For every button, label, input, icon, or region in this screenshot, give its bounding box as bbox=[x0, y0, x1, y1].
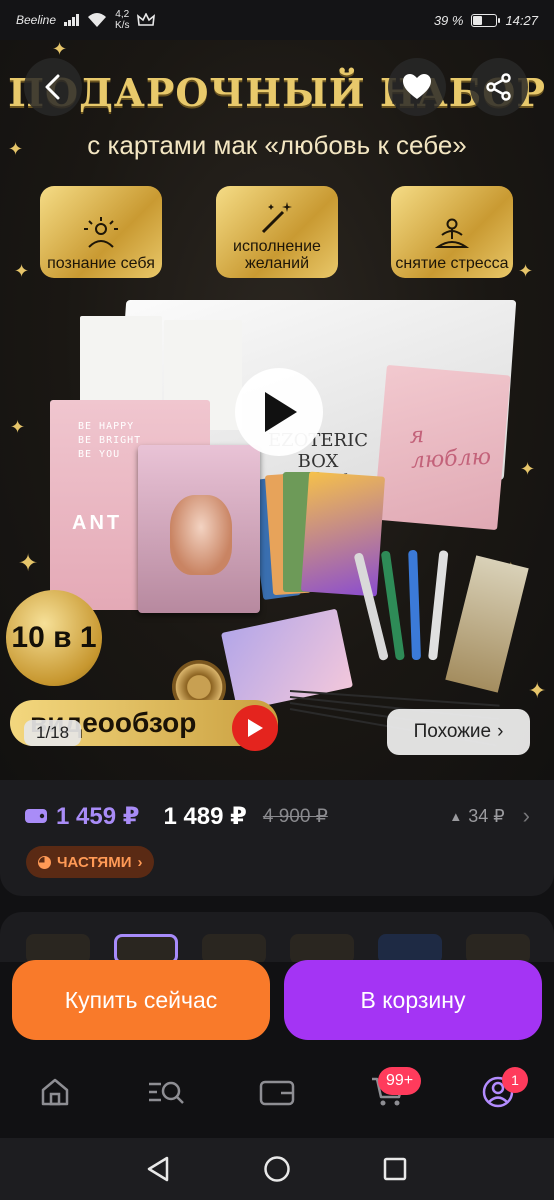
network-speed: 4,2 K/s bbox=[115, 9, 130, 31]
thumbnail[interactable] bbox=[378, 934, 442, 962]
chevron-right-icon: › bbox=[522, 803, 530, 828]
cart-count-badge: 99+ bbox=[378, 1067, 422, 1095]
product-image-gallery[interactable]: ✦ ✦ ✦ ✦ ✦ ✦ ✦ ✦ ✦ ПОДАРОЧНЫЙ НАБОР с кар… bbox=[0, 40, 554, 780]
ten-in-one-badge: 10 в 1 bbox=[6, 590, 102, 686]
wallet-icon bbox=[25, 809, 47, 823]
thumbnail-selected[interactable] bbox=[114, 934, 178, 962]
pink-box-text: BE HAPPY BE BRIGHT BE YOU bbox=[78, 421, 142, 460]
thumbnail-strip[interactable] bbox=[0, 912, 554, 962]
star-decoration-icon: ✦ bbox=[10, 417, 26, 437]
add-to-cart-button[interactable]: В корзину bbox=[284, 960, 542, 1040]
star-decoration-icon: ✦ bbox=[52, 40, 68, 59]
heart-icon bbox=[403, 74, 431, 99]
status-bar: Beeline 4,2 K/s 39 % 14:27 bbox=[0, 0, 554, 40]
price-panel: 1 459 ₽ 1 489 ₽ 4 900 ₽ ▲ 34 ₽ › ЧАСТЯМИ… bbox=[0, 780, 554, 896]
battery-percent: 39 % bbox=[433, 12, 464, 28]
old-price: 4 900 ₽ bbox=[262, 805, 328, 827]
play-icon bbox=[265, 392, 297, 432]
chevron-right-icon: › bbox=[497, 721, 504, 742]
card-deck bbox=[138, 445, 260, 613]
price-delta[interactable]: ▲ 34 ₽ › bbox=[449, 803, 530, 829]
thumbnail[interactable] bbox=[202, 934, 266, 962]
chevron-right-icon: › bbox=[137, 853, 143, 871]
clock: 14:27 bbox=[505, 12, 538, 28]
pie-chart-icon bbox=[38, 855, 51, 869]
share-icon bbox=[486, 73, 511, 101]
signal-icon bbox=[64, 14, 80, 26]
feature-card: познание себя bbox=[40, 186, 162, 278]
meditation-person-icon bbox=[84, 217, 118, 248]
bottom-navigation bbox=[0, 1050, 554, 1138]
feature-card: исполнение желаний bbox=[216, 186, 338, 278]
star-decoration-icon: ✦ bbox=[520, 459, 536, 479]
wallet-price[interactable]: 1 459 ₽ bbox=[24, 802, 139, 831]
lotus-meditation-icon bbox=[434, 218, 470, 248]
feature-card: снятие стресса bbox=[391, 186, 513, 278]
star-decoration-icon: ✦ bbox=[18, 550, 39, 577]
crown-icon bbox=[137, 13, 156, 26]
current-price: 1 489 ₽ bbox=[163, 802, 247, 830]
carrier-name: Beeline bbox=[16, 13, 57, 27]
magic-wand-icon bbox=[261, 202, 292, 234]
similar-label: Похожие bbox=[413, 721, 492, 742]
wifi-icon bbox=[88, 13, 107, 27]
youtube-play-icon[interactable] bbox=[232, 705, 278, 751]
notebook: я люблю bbox=[373, 364, 511, 531]
system-home-icon[interactable] bbox=[262, 1154, 292, 1184]
hero-subtitle: с картами мак «любовь к себе» bbox=[87, 130, 467, 160]
product-photo: EZOTERIC BOXПознай себя BE HAPPY BE BRIG… bbox=[40, 290, 529, 760]
thumbnail[interactable] bbox=[466, 934, 530, 962]
buy-now-button[interactable]: Купить сейчас bbox=[12, 960, 270, 1040]
catalog-search-icon[interactable] bbox=[146, 1072, 186, 1112]
installments-button[interactable]: ЧАСТЯМИ › bbox=[26, 846, 155, 878]
similar-button[interactable]: Похожие › bbox=[387, 709, 530, 755]
play-video-button[interactable] bbox=[235, 368, 323, 456]
system-back-icon[interactable] bbox=[143, 1154, 173, 1184]
battery-icon bbox=[471, 13, 501, 27]
home-icon[interactable] bbox=[35, 1072, 75, 1112]
back-button[interactable] bbox=[24, 58, 82, 116]
thumbnail[interactable] bbox=[290, 934, 354, 962]
system-navigation-bar bbox=[0, 1138, 554, 1200]
thumbnail[interactable] bbox=[26, 934, 90, 962]
pink-box-brand: ANT bbox=[72, 512, 123, 534]
favorite-button[interactable] bbox=[388, 58, 446, 116]
share-button[interactable] bbox=[470, 58, 528, 116]
chevron-left-icon bbox=[45, 74, 60, 100]
system-recents-icon[interactable] bbox=[380, 1154, 410, 1184]
star-decoration-icon: ✦ bbox=[528, 678, 547, 703]
feature-label: снятие стресса bbox=[395, 255, 509, 272]
installments-label: ЧАСТЯМИ bbox=[57, 853, 132, 871]
feature-label: познание себя bbox=[47, 255, 155, 272]
image-counter: 1/18 bbox=[24, 720, 82, 746]
star-decoration-icon: ✦ bbox=[14, 261, 30, 281]
feature-label: исполнение желаний bbox=[233, 238, 321, 272]
triangle-up-icon: ▲ bbox=[449, 808, 463, 824]
star-decoration-icon: ✦ bbox=[518, 261, 534, 281]
profile-notification-badge: 1 bbox=[502, 1067, 528, 1093]
wallet-nav-icon[interactable] bbox=[257, 1072, 297, 1112]
